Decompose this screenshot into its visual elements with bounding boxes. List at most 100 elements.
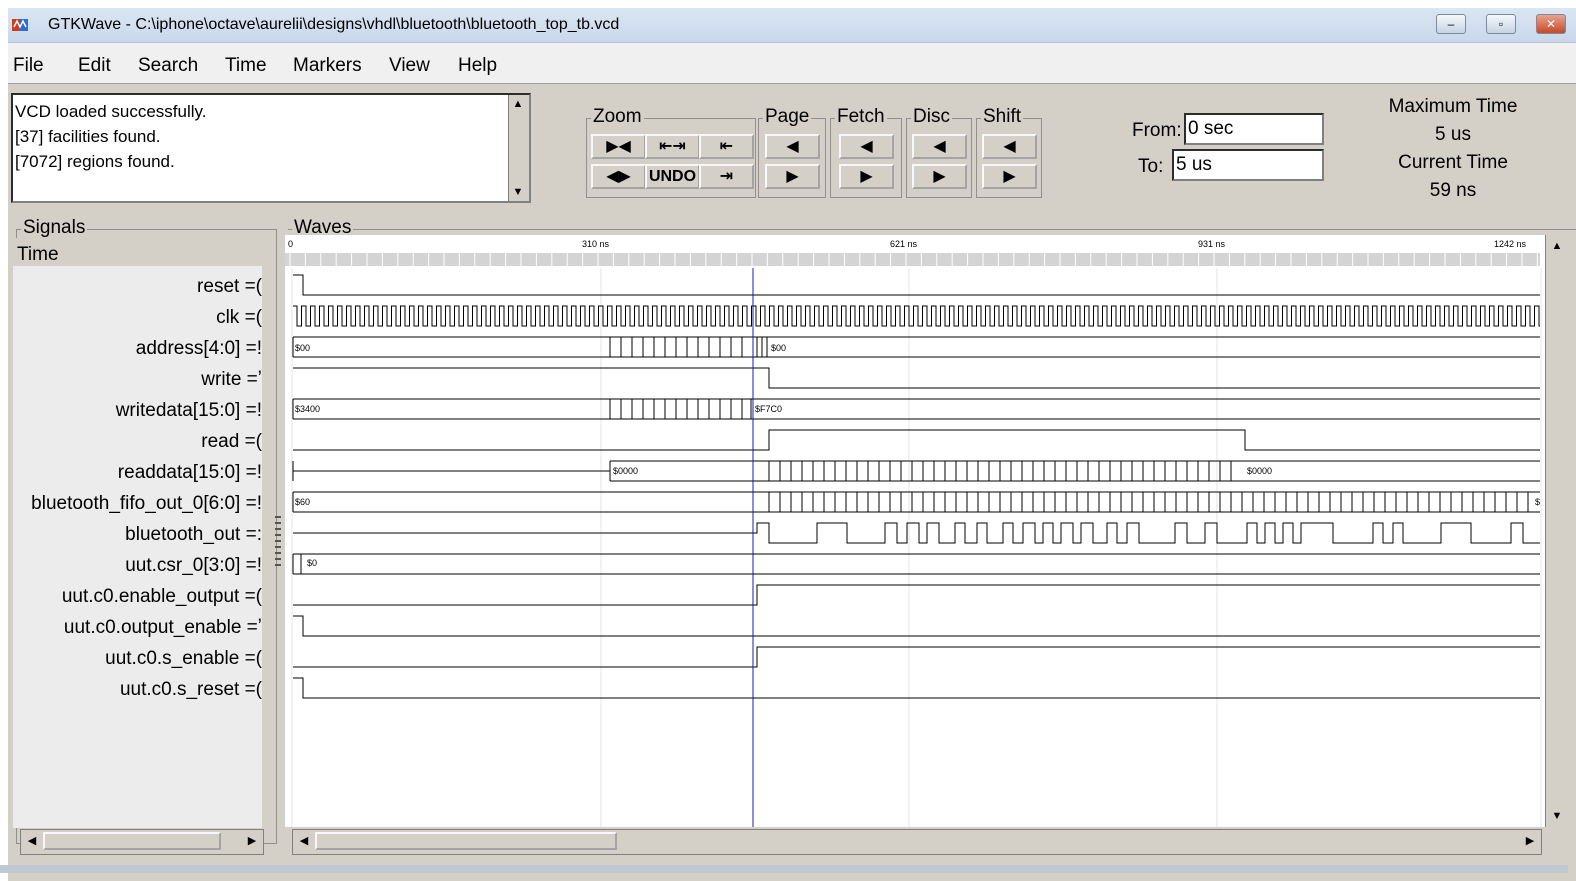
scroll-right-icon[interactable]: ▶ bbox=[1521, 832, 1539, 850]
page-left-button[interactable]: ◀ bbox=[765, 134, 820, 159]
signal-write[interactable]: write =ʼ bbox=[201, 364, 262, 395]
page-group: Page ◀ ▶ bbox=[758, 106, 826, 198]
menu-help[interactable]: Help bbox=[458, 55, 497, 77]
zoom-in-button[interactable]: ⇤⇥ bbox=[645, 134, 700, 159]
max-time-value: 5 us bbox=[1435, 124, 1471, 145]
ruler-tick-label: 621 ns bbox=[890, 239, 918, 249]
signals-horizontal-scrollbar[interactable]: ◀ ▶ bbox=[20, 829, 264, 855]
window-title: GTKWave - C:\iphone\octave\aurelii\desig… bbox=[48, 16, 620, 33]
page-label: Page bbox=[763, 106, 812, 128]
disc-label: Disc bbox=[911, 106, 952, 128]
waveform-view[interactable]: 0 310 ns 621 ns 931 ns 1242 ns $00 $00 $3400… bbox=[285, 235, 1545, 827]
zoom-start-button[interactable]: ⇤ bbox=[699, 134, 754, 159]
shift-label: Shift bbox=[981, 106, 1024, 128]
menu-bar: File Edit Search Time Markers View Help bbox=[8, 43, 1576, 84]
signal-bluetooth-fifo-out[interactable]: bluetooth_fifo_out_0[6:0] =! bbox=[31, 488, 262, 519]
menu-time[interactable]: Time bbox=[225, 55, 267, 77]
ruler-tick-label: 931 ns bbox=[1198, 239, 1226, 249]
undo-zoom-button[interactable]: UNDO bbox=[645, 164, 700, 189]
current-time-label: Current Time bbox=[1398, 152, 1508, 173]
max-time-label: Maximum Time bbox=[1388, 96, 1518, 117]
scroll-down-icon[interactable]: ▼ bbox=[1548, 807, 1566, 825]
pane-splitter-handle[interactable] bbox=[275, 516, 281, 566]
bus-value-address-b: $00 bbox=[771, 343, 786, 353]
signal-writedata[interactable]: writedata[15:0] =! bbox=[116, 395, 262, 426]
signal-read[interactable]: read =( bbox=[201, 426, 262, 457]
disc-right-button[interactable]: ▶ bbox=[912, 164, 967, 189]
ruler-tick-label: 0 bbox=[288, 239, 293, 249]
minimize-button[interactable]: ‒ bbox=[1436, 14, 1466, 34]
signal-readdata[interactable]: readdata[15:0] =! bbox=[118, 457, 262, 488]
to-time-field[interactable]: 5 us bbox=[1172, 149, 1324, 181]
signal-clk[interactable]: clk =( bbox=[216, 302, 262, 333]
close-button[interactable]: ✕ bbox=[1536, 14, 1566, 34]
ruler-tick-label: 1242 ns bbox=[1494, 239, 1527, 249]
waves-vertical-scrollbar[interactable]: ▲ ▼ bbox=[1545, 235, 1569, 827]
bus-value-csr: $0 bbox=[307, 558, 317, 568]
from-label: From: bbox=[1132, 120, 1182, 141]
scroll-up-icon[interactable]: ▲ bbox=[509, 95, 527, 113]
zoom-end-button[interactable]: ⇥ bbox=[699, 164, 754, 189]
bus-value-fifo-a: $60 bbox=[295, 497, 310, 507]
scroll-down-icon[interactable]: ▼ bbox=[509, 183, 527, 201]
signal-output-enable[interactable]: uut.c0.output_enable =ʼ bbox=[64, 612, 262, 643]
bus-value-address-a: $00 bbox=[295, 343, 310, 353]
menu-view[interactable]: View bbox=[389, 55, 430, 77]
bus-value-readdata-b: $0000 bbox=[1247, 466, 1272, 476]
restore-button[interactable]: ▫ bbox=[1486, 14, 1516, 34]
bus-value-fifo-b: $ bbox=[1535, 497, 1540, 507]
scroll-up-icon[interactable]: ▲ bbox=[1548, 237, 1566, 255]
signal-s-enable[interactable]: uut.c0.s_enable =( bbox=[105, 643, 262, 674]
ruler-strip bbox=[285, 253, 1540, 266]
from-time-field[interactable]: 0 sec bbox=[1184, 113, 1324, 145]
bus-value-writedata-a: $3400 bbox=[295, 404, 320, 414]
ruler-tick-label: 310 ns bbox=[582, 239, 610, 249]
shift-group: Shift ◀ ▶ bbox=[976, 106, 1042, 198]
log-line: [7072] regions found. bbox=[15, 152, 175, 171]
gtkwave-app-icon bbox=[12, 19, 28, 31]
title-bar: GTKWave - C:\iphone\octave\aurelii\desig… bbox=[8, 8, 1576, 43]
bus-value-writedata-b: $F7C0 bbox=[755, 404, 782, 414]
waves-scroll-thumb[interactable] bbox=[315, 832, 617, 850]
scroll-left-icon[interactable]: ◀ bbox=[295, 832, 313, 850]
menu-edit[interactable]: Edit bbox=[78, 55, 111, 77]
log-scrollbar[interactable]: ▲ ▼ bbox=[508, 95, 529, 201]
waves-horizontal-scrollbar[interactable]: ◀ ▶ bbox=[292, 829, 1542, 855]
disc-group: Disc ◀ ▶ bbox=[906, 106, 972, 198]
menu-search[interactable]: Search bbox=[138, 55, 198, 77]
fetch-left-button[interactable]: ◀ bbox=[839, 134, 894, 159]
log-text: VCD loaded successfully. [37] facilities… bbox=[15, 99, 207, 174]
fetch-label: Fetch bbox=[835, 106, 887, 128]
signals-label: Signals bbox=[21, 217, 88, 239]
signal-reset[interactable]: reset =( bbox=[197, 271, 262, 302]
page-right-button[interactable]: ▶ bbox=[765, 164, 820, 189]
fetch-right-button[interactable]: ▶ bbox=[839, 164, 894, 189]
signal-enable-output[interactable]: uut.c0.enable_output =( bbox=[62, 581, 262, 612]
log-line: VCD loaded successfully. bbox=[15, 102, 207, 121]
status-log: VCD loaded successfully. [37] facilities… bbox=[11, 93, 531, 203]
scroll-right-icon[interactable]: ▶ bbox=[243, 832, 261, 850]
zoom-group: Zoom ▶◀ ⇤⇥ ⇤ ◀▶ UNDO ⇥ bbox=[586, 106, 756, 198]
fetch-group: Fetch ◀ ▶ bbox=[830, 106, 902, 198]
scroll-left-icon[interactable]: ◀ bbox=[23, 832, 41, 850]
bus-value-readdata-a: $0000 bbox=[613, 466, 638, 476]
to-label: To: bbox=[1138, 156, 1164, 177]
menu-markers[interactable]: Markers bbox=[293, 55, 362, 77]
signals-scroll-thumb[interactable] bbox=[43, 832, 221, 850]
signals-list: Time reset =( clk =( address[4:0] =! wri… bbox=[13, 238, 262, 828]
log-line: [37] facilities found. bbox=[15, 127, 161, 146]
signal-bluetooth-out[interactable]: bluetooth_out =: bbox=[125, 519, 262, 550]
zoom-label: Zoom bbox=[591, 106, 644, 128]
shift-left-button[interactable]: ◀ bbox=[982, 134, 1037, 159]
shift-right-button[interactable]: ▶ bbox=[982, 164, 1037, 189]
current-time-value: 59 ns bbox=[1429, 180, 1477, 201]
taskbar-strip bbox=[0, 865, 1568, 873]
signal-csr[interactable]: uut.csr_0[3:0] =! bbox=[125, 550, 262, 581]
signal-address[interactable]: address[4:0] =! bbox=[136, 333, 262, 364]
zoom-fit-button[interactable]: ▶◀ bbox=[591, 134, 646, 159]
signal-s-reset[interactable]: uut.c0.s_reset =( bbox=[120, 674, 262, 705]
disc-left-button[interactable]: ◀ bbox=[912, 134, 967, 159]
zoom-out-button[interactable]: ◀▶ bbox=[591, 164, 646, 189]
time-header: Time bbox=[13, 238, 262, 266]
menu-file[interactable]: File bbox=[13, 55, 44, 77]
